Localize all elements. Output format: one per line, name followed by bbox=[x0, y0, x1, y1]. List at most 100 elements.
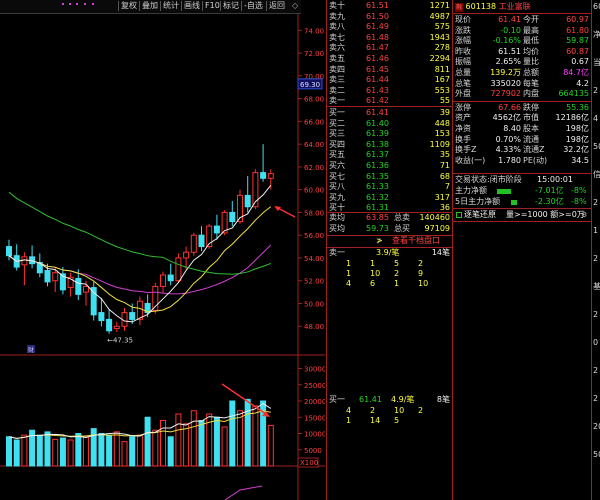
sell-level-volume: 553 bbox=[434, 85, 450, 95]
filter-checkbox[interactable] bbox=[456, 212, 462, 218]
volume-bar bbox=[129, 436, 136, 467]
filter-value[interactable]: 量>=1000 额>=0万 bbox=[506, 210, 585, 220]
toolbar-restore-right-button[interactable]: 复权 bbox=[118, 1, 139, 11]
five-day-net-bar bbox=[511, 200, 517, 205]
buy-level-label: 买八 bbox=[329, 182, 345, 192]
buy-level-volume: 39 bbox=[439, 108, 450, 117]
stock-code: 601138 bbox=[465, 2, 497, 11]
info-value: -0.10 bbox=[500, 25, 521, 35]
info-value: 60.87 bbox=[566, 46, 589, 56]
sell1-queue-order: 2 bbox=[418, 259, 424, 268]
volume-bar bbox=[98, 433, 105, 467]
sell-level-volume: 278 bbox=[434, 43, 450, 53]
info-label: PE(动) bbox=[523, 155, 548, 165]
total-sell-value: 140460 bbox=[419, 213, 450, 222]
info-label: 总量 bbox=[455, 68, 471, 77]
buy1-queue-order: 14 bbox=[370, 416, 381, 425]
buy-level-volume: 7 bbox=[444, 182, 450, 192]
side-list-fragment: 1 bbox=[593, 226, 599, 235]
side-list-fragment: 50 bbox=[593, 450, 600, 459]
main-net-bar bbox=[497, 189, 511, 194]
price-axis-label: 64.00 bbox=[304, 141, 324, 149]
panel-border bbox=[326, 0, 327, 500]
buy-level-price: 61.33 bbox=[366, 182, 389, 192]
side-list-fragment: 60 bbox=[593, 2, 600, 11]
toolbar-statistics-button[interactable]: 统计 bbox=[160, 1, 181, 11]
settings-gear-icon[interactable]: ⚙ bbox=[581, 211, 589, 219]
volume-bar bbox=[167, 436, 174, 467]
candle-body bbox=[106, 318, 113, 332]
diamond-icon[interactable]: ◇ bbox=[290, 1, 300, 11]
buy1-queue-order: 10 bbox=[394, 406, 405, 415]
arrow-indicator bbox=[221, 383, 267, 415]
candle-body bbox=[260, 172, 267, 179]
sell-level-label: 卖六 bbox=[329, 43, 345, 53]
finance-marker-label: 财 bbox=[28, 346, 34, 354]
sell-level-volume: 1271 bbox=[429, 1, 450, 10]
avg-sell-label: 卖均 bbox=[329, 213, 345, 222]
buy-level-volume: 153 bbox=[434, 129, 450, 139]
info-value: 34.5 bbox=[571, 155, 589, 165]
volume-bar bbox=[136, 434, 143, 467]
buy-level-price: 61.32 bbox=[366, 192, 389, 202]
candle-body bbox=[52, 272, 59, 282]
candle-body bbox=[213, 225, 220, 234]
ma20-line bbox=[8, 244, 272, 295]
sell1-queue-count: 14笔 bbox=[431, 248, 450, 257]
sell-level-price: 61.43 bbox=[366, 85, 389, 95]
toolbar-f10-button[interactable]: F10 bbox=[202, 1, 222, 11]
volume-axis-label: 10000 bbox=[304, 431, 325, 439]
price-axis-label: 74.00 bbox=[304, 27, 324, 35]
info-label: 最低 bbox=[523, 36, 539, 46]
volume-bar bbox=[160, 420, 166, 467]
sell-level-label: 卖七 bbox=[329, 32, 345, 42]
side-list-fragment: 4 bbox=[593, 114, 599, 123]
candle-body bbox=[244, 194, 251, 208]
volume-bar bbox=[237, 410, 243, 467]
volume-unit-label: X100 bbox=[300, 459, 318, 467]
toolbar-watchlist-button[interactable]: -自选 bbox=[241, 1, 265, 11]
info-value: -0.16% bbox=[492, 36, 521, 46]
avg-sell-value: 63.85 bbox=[366, 213, 389, 222]
volume-axis-label: 5000 bbox=[304, 447, 322, 455]
volume-bar bbox=[59, 437, 66, 467]
info-value: 139.2万 bbox=[490, 68, 521, 77]
volume-bar bbox=[52, 438, 59, 467]
toolbar-overlay-button[interactable]: 叠加 bbox=[139, 1, 160, 11]
buy-level-price: 61.39 bbox=[366, 129, 389, 139]
financing-icon: 融 bbox=[455, 3, 463, 12]
sell-level-price: 61.45 bbox=[366, 64, 389, 74]
info-divider bbox=[453, 221, 591, 222]
info-label: 均价 bbox=[523, 46, 539, 56]
info-divider bbox=[453, 208, 591, 209]
sell-level-label: 卖一 bbox=[329, 96, 345, 106]
filter-label[interactable]: 逐笔还原 bbox=[464, 210, 496, 220]
buy-level-price: 61.41 bbox=[366, 108, 389, 117]
buy-level-label: 买六 bbox=[329, 161, 345, 170]
volume-bar bbox=[106, 434, 113, 467]
marker-dot bbox=[92, 3, 94, 5]
current-price-tag-label: 69.30 bbox=[300, 81, 320, 89]
toolbar-mark-button[interactable]: 标记 bbox=[220, 1, 241, 11]
volume-bar bbox=[229, 400, 236, 467]
info-value: 0.67 bbox=[571, 57, 589, 67]
toolbar-draw-line-button[interactable]: 画线 bbox=[181, 1, 202, 11]
sell1-queue-label: 卖一 bbox=[329, 248, 345, 257]
order-book-panel: 卖十 61.51 1271 卖九 61.50 4987 卖八 61.49 575 卖七 61.48 1… bbox=[326, 0, 453, 500]
volume-axis-label: 25000 bbox=[304, 382, 325, 390]
info-label: 净资 bbox=[455, 124, 471, 133]
toolbar-back-button[interactable]: 返回 bbox=[266, 1, 287, 11]
candle-body bbox=[83, 285, 89, 293]
queue-view-button[interactable]: 查看千档盘口 bbox=[392, 236, 440, 246]
info-label: 涨停 bbox=[455, 102, 471, 112]
info-label: 昨收 bbox=[455, 46, 471, 56]
sell1-queue-order: 10 bbox=[370, 269, 381, 278]
buy-level-volume: 448 bbox=[434, 118, 450, 128]
info-value: 664135 bbox=[558, 89, 589, 99]
volume-bar bbox=[267, 424, 274, 467]
kline-chart[interactable]: 74.0072.0070.0068.0066.0064.0062.0060.00… bbox=[0, 14, 325, 500]
side-list-fragment: 2 bbox=[593, 86, 599, 95]
chart-toolbar: 复权 叠加 统计 画线 F10 标记 -自选 返回 ◇ bbox=[0, 0, 301, 14]
volume-bar bbox=[121, 441, 128, 467]
candle-body bbox=[6, 246, 12, 257]
